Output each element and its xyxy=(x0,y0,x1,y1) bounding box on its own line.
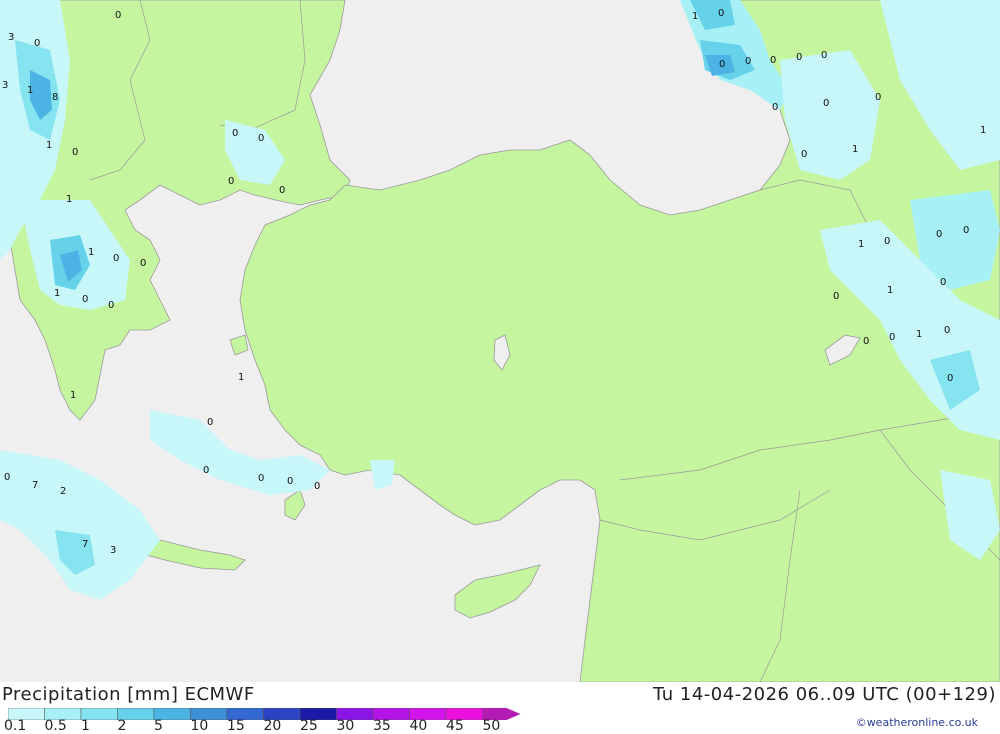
precip-value-label: 3 xyxy=(8,32,14,43)
legend-tick: 0.5 xyxy=(44,718,67,734)
precip-value-label: 0 xyxy=(801,149,807,160)
footer-bar: Precipitation [mm] ECMWF Tu 14-04-2026 0… xyxy=(0,682,1000,734)
precip-value-label: 1 xyxy=(238,372,244,383)
precip-value-label: 1 xyxy=(88,247,94,258)
precip-value-label: 0 xyxy=(875,92,881,103)
precip-value-label: 1 xyxy=(887,285,893,296)
precip-value-label: 0 xyxy=(4,472,10,483)
precip-value-label: 0 xyxy=(258,133,264,144)
legend-tick: 2 xyxy=(117,718,127,734)
precip-value-label: 3 xyxy=(2,80,8,91)
precip-value-label: 0 xyxy=(833,291,839,302)
legend-tick: 5 xyxy=(154,718,163,734)
legend-tick: 1 xyxy=(81,718,90,734)
precip-value-label: 0 xyxy=(889,332,895,343)
legend-tick: 10 xyxy=(190,718,209,734)
precip-value-label: 0 xyxy=(936,229,942,240)
valid-time: Tu 14-04-2026 06..09 UTC (00+129) xyxy=(653,684,996,705)
legend-tick: 20 xyxy=(263,718,282,734)
credit: ©weatheronline.co.uk xyxy=(855,716,978,729)
precip-value-label: 7 xyxy=(32,480,38,491)
precip-value-label: 0 xyxy=(947,373,953,384)
precip-value-label: 0 xyxy=(863,336,869,347)
legend-tick: 40 xyxy=(409,718,428,734)
precip-value-label: 0 xyxy=(823,98,829,109)
precip-value-label: 0 xyxy=(745,56,751,67)
precip-value-label: 1 xyxy=(858,239,864,250)
precip-value-label: 1 xyxy=(852,144,858,155)
precip-value-label: 1 xyxy=(27,85,33,96)
legend-tick: 35 xyxy=(373,718,391,734)
precip-value-label: 0 xyxy=(314,481,320,492)
precip-value-label: 0 xyxy=(203,465,209,476)
precip-value-label: 0 xyxy=(944,325,950,336)
precip-value-label: 3 xyxy=(110,545,116,556)
precip-value-label: 0 xyxy=(72,147,78,158)
precipitation-map: 0 3 0 3 1 8 1 0 1 1 0 0 1 0 0 0 0 0 0 1 0 1 0 0 0 0 0 7 2 7 3 1 0 0 0 0 0 0 0 0… xyxy=(0,0,1000,682)
precip-value-label: 0 xyxy=(770,55,776,66)
legend-tick: 30 xyxy=(336,718,355,734)
precip-value-label: 0 xyxy=(963,225,969,236)
legend-tick: 15 xyxy=(227,718,245,734)
precip-value-label: 0 xyxy=(108,300,114,311)
precip-value-label: 0 xyxy=(115,10,121,21)
precip-value-label: 1 xyxy=(66,194,72,205)
precip-value-label: 0 xyxy=(140,258,146,269)
precip-value-label: 8 xyxy=(52,92,58,103)
precip-value-label: 0 xyxy=(258,473,264,484)
precip-value-label: 1 xyxy=(980,125,986,136)
precip-value-label: 0 xyxy=(796,52,802,63)
precip-value-label: 0 xyxy=(718,8,724,19)
legend-tick: 25 xyxy=(300,718,318,734)
precip-value-label: 0 xyxy=(821,50,827,61)
precip-value-label: 1 xyxy=(916,329,922,340)
legend-tick: 50 xyxy=(482,718,501,734)
precip-value-label: 1 xyxy=(54,288,60,299)
precip-value-label: 0 xyxy=(940,277,946,288)
precip-value-label: 1 xyxy=(692,11,698,22)
map-title: Precipitation [mm] ECMWF xyxy=(2,684,255,705)
legend-tick: 0.1 xyxy=(4,718,27,734)
precip-value-label: 0 xyxy=(34,38,40,49)
precip-value-label: 0 xyxy=(232,128,238,139)
precip-value-label: 0 xyxy=(228,176,234,187)
precip-value-label: 0 xyxy=(207,417,213,428)
precip-value-label: 2 xyxy=(60,486,66,497)
legend-tick: 45 xyxy=(446,718,464,734)
precip-value-label: 1 xyxy=(70,390,76,401)
precip-value-label: 7 xyxy=(82,539,88,550)
precip-value-label: 0 xyxy=(884,236,890,247)
precip-value-label: 0 xyxy=(279,185,285,196)
precip-value-label: 0 xyxy=(82,294,88,305)
precip-value-label: 0 xyxy=(113,253,119,264)
precip-value-label: 0 xyxy=(719,59,725,70)
precip-value-label: 0 xyxy=(287,476,293,487)
precip-value-label: 0 xyxy=(772,102,778,113)
precip-value-label: 1 xyxy=(46,140,52,151)
